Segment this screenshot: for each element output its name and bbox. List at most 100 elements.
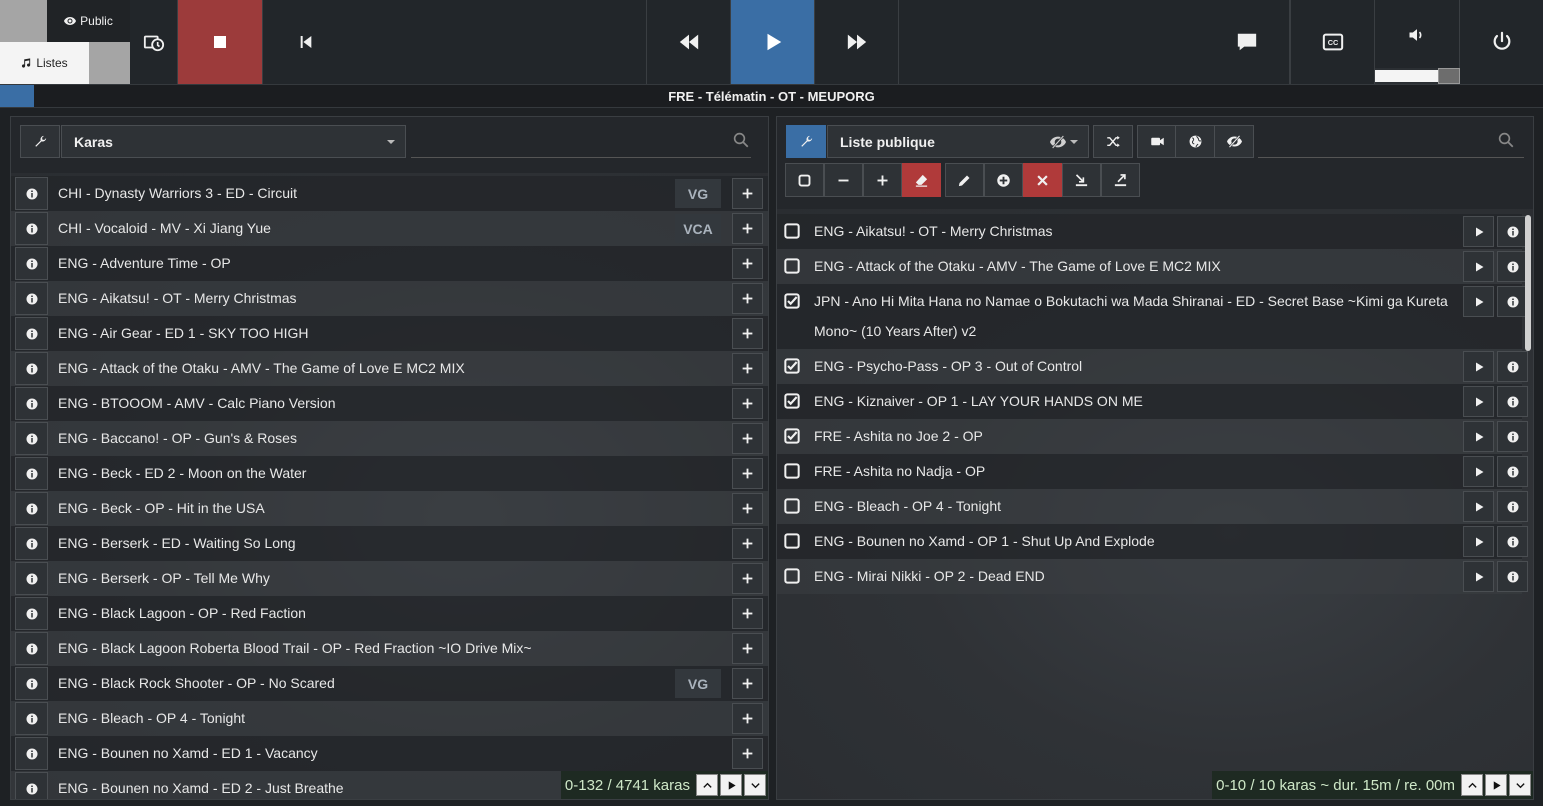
- add-to-playlist-button[interactable]: [732, 738, 763, 769]
- checkbox-checked-icon[interactable]: [784, 428, 800, 444]
- add-to-playlist-button[interactable]: [732, 318, 763, 349]
- add-to-playlist-button[interactable]: [732, 563, 763, 594]
- edit-playlist-button[interactable]: [945, 163, 984, 197]
- add-to-playlist-button[interactable]: [732, 633, 763, 664]
- delete-playlist-button[interactable]: [1023, 163, 1062, 197]
- add-to-playlist-button[interactable]: [732, 388, 763, 419]
- library-row[interactable]: ENG - Beck - OP - Hit in the USA: [11, 491, 768, 526]
- add-to-playlist-button[interactable]: [732, 248, 763, 279]
- playlist-row[interactable]: FRE - Ashita no Nadja - OP: [777, 454, 1528, 489]
- playlist-row[interactable]: JPN - Ano Hi Mita Hana no Namae o Bokuta…: [777, 284, 1528, 349]
- library-tools-button[interactable]: [20, 125, 60, 158]
- library-row[interactable]: ENG - Black Rock Shooter - OP - No Scare…: [11, 666, 768, 701]
- kara-info-button[interactable]: [15, 702, 48, 735]
- checkbox-checked-icon[interactable]: [784, 393, 800, 409]
- scroll-top-button[interactable]: [696, 774, 718, 796]
- kara-info-button[interactable]: [1497, 456, 1528, 487]
- add-to-playlist-button[interactable]: [732, 668, 763, 699]
- play-button[interactable]: [731, 0, 815, 84]
- library-row[interactable]: CHI - Vocaloid - MV - Xi Jiang Yue VCA: [11, 211, 768, 246]
- kara-info-button[interactable]: [15, 492, 48, 525]
- playlist-row[interactable]: FRE - Ashita no Joe 2 - OP: [777, 419, 1528, 454]
- library-row[interactable]: ENG - Berserk - ED - Waiting So Long: [11, 526, 768, 561]
- history-button[interactable]: [130, 0, 178, 84]
- scroll-playing-button[interactable]: [720, 774, 742, 796]
- play-kara-button[interactable]: [1463, 251, 1494, 282]
- playlist-row[interactable]: ENG - Bleach - OP 4 - Tonight: [777, 489, 1528, 524]
- library-search-input[interactable]: [411, 125, 751, 158]
- kara-info-button[interactable]: [1497, 526, 1528, 557]
- playlist-row[interactable]: ENG - Attack of the Otaku - AMV - The Ga…: [777, 249, 1528, 284]
- kara-info-button[interactable]: [15, 632, 48, 665]
- create-playlist-button[interactable]: [984, 163, 1023, 197]
- kara-info-button[interactable]: [15, 562, 48, 595]
- library-row[interactable]: ENG - Black Lagoon - OP - Red Faction: [11, 596, 768, 631]
- stop-button[interactable]: [178, 0, 263, 84]
- playlist-row[interactable]: ENG - Kiznaiver - OP 1 - LAY YOUR HANDS …: [777, 384, 1528, 419]
- add-selected-button[interactable]: [863, 163, 902, 197]
- kara-info-button[interactable]: [15, 527, 48, 560]
- play-kara-button[interactable]: [1463, 386, 1494, 417]
- library-row[interactable]: ENG - Black Lagoon Roberta Blood Trail -…: [11, 631, 768, 666]
- play-kara-button[interactable]: [1463, 286, 1494, 317]
- library-row[interactable]: ENG - Attack of the Otaku - AMV - The Ga…: [11, 351, 768, 386]
- play-kara-button[interactable]: [1463, 491, 1494, 522]
- library-row[interactable]: ENG - BTOOOM - AMV - Calc Piano Version: [11, 386, 768, 421]
- kara-info-button[interactable]: [1497, 251, 1528, 282]
- volume-slider-thumb[interactable]: [1437, 68, 1460, 84]
- kara-info-button[interactable]: [15, 667, 48, 700]
- library-row[interactable]: ENG - Air Gear - ED 1 - SKY TOO HIGH: [11, 316, 768, 351]
- shuffle-button[interactable]: [1093, 125, 1133, 158]
- add-to-playlist-button[interactable]: [732, 598, 763, 629]
- playlist-scrollbar[interactable]: [1525, 215, 1531, 351]
- add-to-playlist-button[interactable]: [732, 493, 763, 524]
- playlist-row[interactable]: ENG - Bounen no Xamd - OP 1 - Shut Up An…: [777, 524, 1528, 559]
- kara-info-button[interactable]: [1497, 351, 1528, 382]
- kara-info-button[interactable]: [15, 352, 48, 385]
- import-playlist-button[interactable]: [1062, 163, 1101, 197]
- kara-info-button[interactable]: [15, 177, 48, 210]
- kara-info-button[interactable]: [15, 737, 48, 770]
- library-row[interactable]: ENG - Baccano! - OP - Gun's & Roses: [11, 421, 768, 456]
- kara-info-button[interactable]: [15, 317, 48, 350]
- scroll-bottom-button[interactable]: [744, 774, 766, 796]
- play-kara-button[interactable]: [1463, 421, 1494, 452]
- play-kara-button[interactable]: [1463, 561, 1494, 592]
- library-row[interactable]: ENG - Aikatsu! - OT - Merry Christmas: [11, 281, 768, 316]
- kara-info-button[interactable]: [1497, 491, 1528, 522]
- add-to-playlist-button[interactable]: [732, 213, 763, 244]
- checkbox-unchecked-icon[interactable]: [784, 568, 800, 584]
- visibility-toggle-button[interactable]: [1214, 125, 1254, 158]
- rewind-button[interactable]: [646, 0, 731, 84]
- scroll-bottom-button[interactable]: [1509, 774, 1531, 796]
- kara-info-button[interactable]: [1497, 286, 1528, 317]
- public-view-button[interactable]: Public: [0, 0, 130, 42]
- kara-info-button[interactable]: [1497, 216, 1528, 247]
- kara-info-button[interactable]: [15, 282, 48, 315]
- playlist-tools-button[interactable]: [786, 125, 826, 158]
- playlist-search-input[interactable]: [1258, 125, 1524, 158]
- power-button[interactable]: [1460, 0, 1543, 84]
- previous-button[interactable]: [263, 0, 348, 84]
- checkbox-unchecked-icon[interactable]: [784, 498, 800, 514]
- add-to-playlist-button[interactable]: [732, 423, 763, 454]
- checkbox-checked-icon[interactable]: [784, 293, 800, 309]
- library-row[interactable]: ENG - Bounen no Xamd - ED 1 - Vacancy: [11, 736, 768, 771]
- library-row[interactable]: CHI - Dynasty Warriors 3 - ED - Circuit V…: [11, 176, 768, 211]
- kara-info-button[interactable]: [15, 387, 48, 420]
- checkbox-checked-icon[interactable]: [784, 358, 800, 374]
- export-playlist-button[interactable]: [1101, 163, 1140, 197]
- library-row[interactable]: ENG - Berserk - OP - Tell Me Why: [11, 561, 768, 596]
- library-row[interactable]: ENG - Adventure Time - OP: [11, 246, 768, 281]
- scroll-top-button[interactable]: [1461, 774, 1483, 796]
- lists-view-button[interactable]: Listes: [0, 42, 130, 84]
- volume-slider[interactable]: [1375, 68, 1460, 84]
- checkbox-unchecked-icon[interactable]: [784, 258, 800, 274]
- add-to-playlist-button[interactable]: [732, 458, 763, 489]
- library-row[interactable]: ENG - Beck - ED 2 - Moon on the Water: [11, 456, 768, 491]
- add-to-playlist-button[interactable]: [732, 283, 763, 314]
- kara-info-button[interactable]: [15, 772, 48, 799]
- play-kara-button[interactable]: [1463, 526, 1494, 557]
- playlist-row[interactable]: ENG - Aikatsu! - OT - Merry Christmas: [777, 214, 1528, 249]
- playlist-select[interactable]: Liste publique: [827, 125, 1089, 158]
